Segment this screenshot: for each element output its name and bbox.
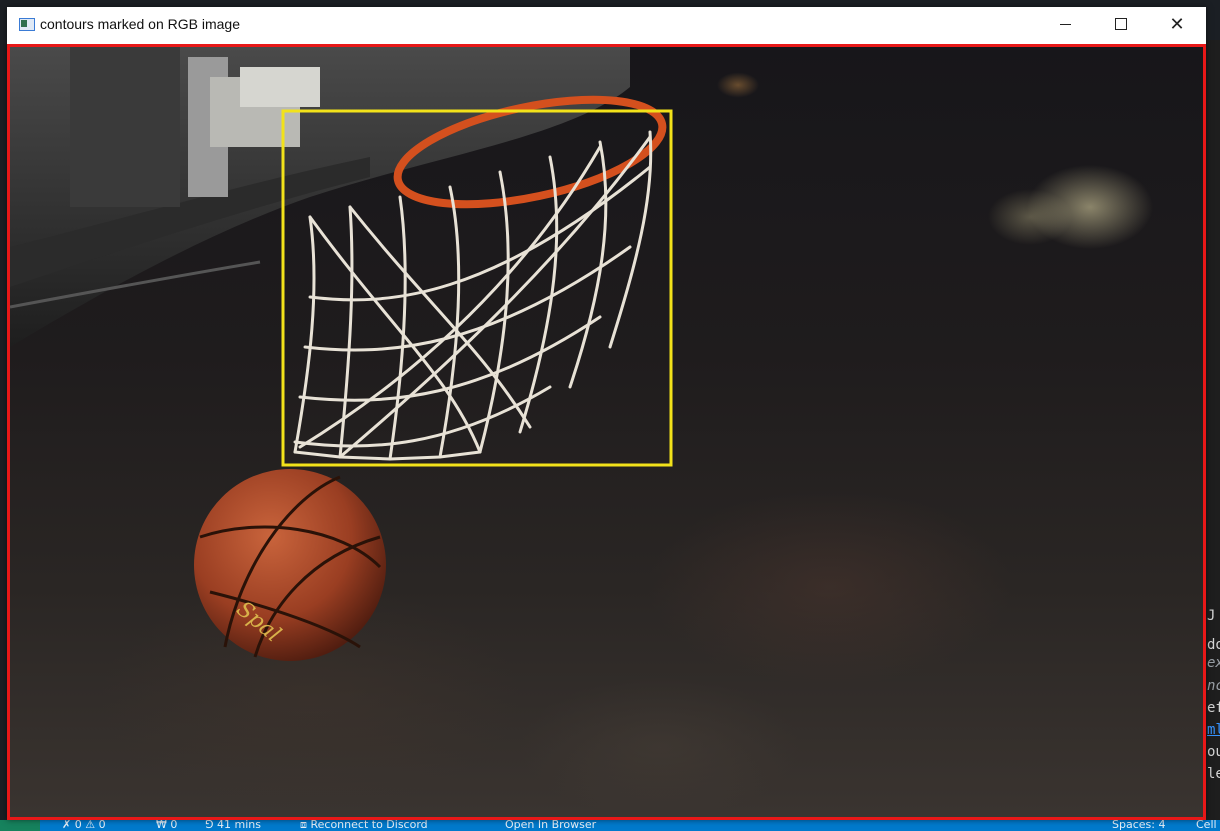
window-title: contours marked on RGB image	[40, 16, 240, 32]
background-editor-line: nc	[1207, 678, 1220, 694]
desktop: dli J do ex nc ef ml ou le ✗ 0 ⚠ 0 ₩ 0 ⅁…	[0, 0, 1220, 831]
close-icon: ✕	[1169, 13, 1185, 35]
basketball: Spal	[194, 469, 386, 661]
problems-status[interactable]: ✗ 0 ⚠ 0	[62, 820, 106, 831]
basketball-photo: Spal	[10, 47, 673, 661]
background-editor-line: le	[1207, 766, 1220, 782]
background-editor: J do ex nc ef ml ou le	[1206, 40, 1220, 820]
background-editor-line: do	[1207, 637, 1220, 653]
image-window: contours marked on RGB image ✕ Spal	[7, 7, 1206, 820]
background-editor-line: ef	[1207, 700, 1220, 716]
maximize-icon	[1115, 18, 1127, 30]
spaces-status[interactable]: Spaces: 4	[1112, 820, 1165, 831]
background-editor-line: ml	[1207, 722, 1220, 738]
maximize-button[interactable]	[1093, 7, 1149, 41]
background-editor-line: ou	[1207, 744, 1220, 760]
open-in-browser-status[interactable]: Open In Browser	[505, 820, 596, 831]
minimize-button[interactable]	[1037, 7, 1093, 41]
time-status[interactable]: ⅁ 41 mins	[205, 820, 261, 831]
editor-status-bar: ✗ 0 ⚠ 0 ₩ 0 ⅁ 41 mins ⧈ Reconnect to Dis…	[0, 820, 1220, 831]
window-titlebar[interactable]: contours marked on RGB image ✕	[7, 7, 1206, 44]
ports-status[interactable]: ₩ 0	[156, 820, 177, 831]
remote-indicator[interactable]	[0, 820, 40, 831]
image-canvas: Spal	[7, 44, 1206, 820]
discord-status[interactable]: ⧈ Reconnect to Discord	[300, 820, 428, 831]
cell-status[interactable]: Cell	[1196, 820, 1217, 831]
close-button[interactable]: ✕	[1149, 7, 1205, 41]
background-editor-line: ex	[1207, 655, 1220, 671]
minimize-icon	[1059, 23, 1071, 25]
background-editor-line: J	[1207, 608, 1216, 624]
app-icon	[19, 18, 35, 31]
